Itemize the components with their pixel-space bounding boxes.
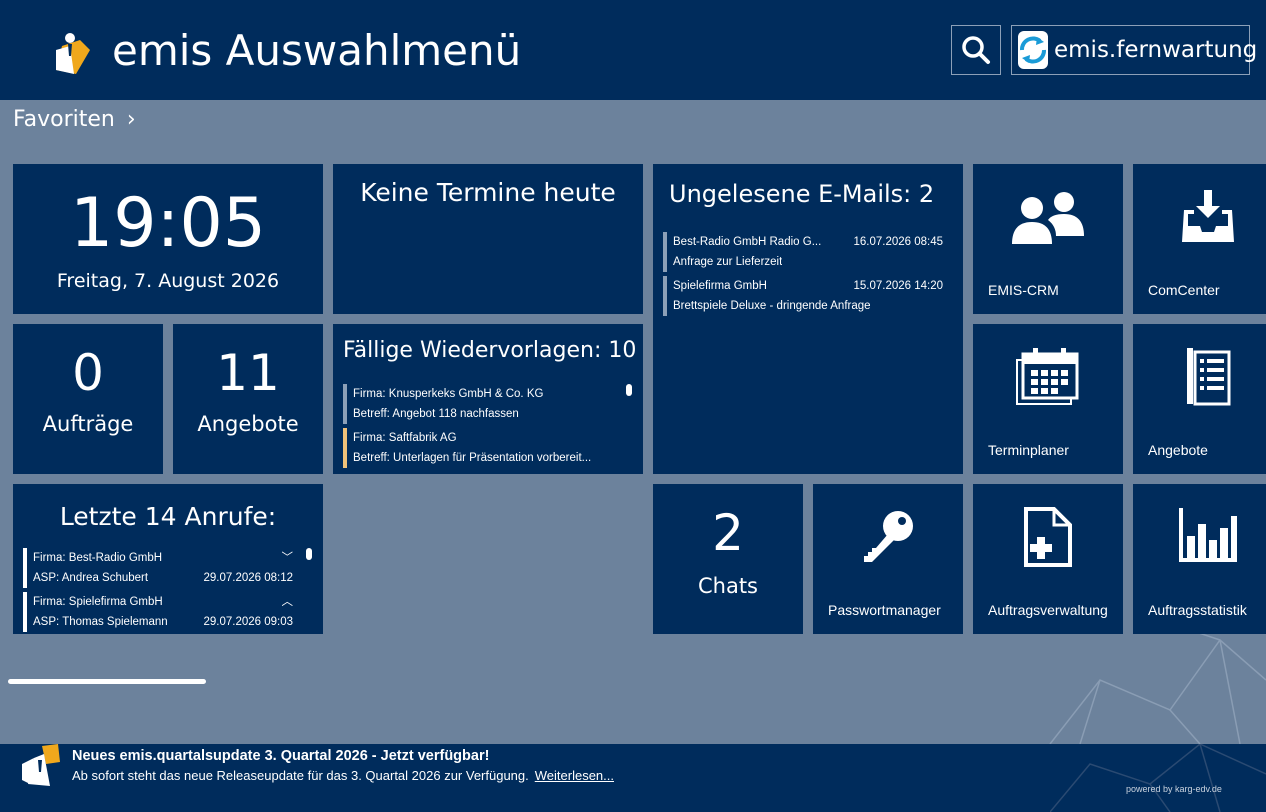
background-shape [1049, 620, 1266, 744]
email-sender: Spielefirma GmbH [673, 280, 767, 292]
clock-date: Freitag, 7. August 2026 [56, 270, 280, 292]
app-tile-comcenter[interactable]: ComCenter [1133, 164, 1266, 314]
search-icon [962, 36, 990, 64]
document-list-icon [1133, 346, 1266, 416]
search-button[interactable] [951, 25, 1001, 75]
inbox-download-icon [1133, 186, 1266, 256]
email-item[interactable]: Spielefirma GmbH 15.07.2026 14:20 Brettsp… [663, 276, 943, 316]
followups-tile[interactable]: Fällige Wiedervorlagen: 10 Firma: Knuspe… [333, 324, 643, 474]
followup-subject: Betreff: Angebot 118 nachfassen [353, 408, 519, 420]
offers-label: Angebote [197, 412, 299, 436]
appointments-title: Keine Termine heute [360, 178, 616, 207]
followup-company: Firma: Knusperkeks GmbH & Co. KG [353, 388, 544, 400]
call-company: Firma: Spielefirma GmbH [33, 596, 163, 608]
orders-tile[interactable]: 0 Aufträge [13, 324, 163, 474]
call-datetime: 29.07.2026 08:12 [203, 572, 293, 584]
calendar-icon [973, 346, 1123, 416]
calls-scrollbar[interactable] [306, 548, 312, 560]
app-label-auftragsverwaltung: Auftragsverwaltung [988, 602, 1108, 618]
footer: Neues emis.quartalsupdate 3. Quartal 202… [0, 744, 1266, 812]
favorites-label: Favoriten [13, 107, 115, 132]
horizontal-scrollbar[interactable] [8, 679, 206, 684]
followups-title: Fällige Wiedervorlagen: 10 [343, 338, 637, 363]
chevron-right-icon: › [126, 107, 136, 132]
app-label-terminplaner: Terminplaner [988, 442, 1069, 458]
app-label-comcenter: ComCenter [1148, 282, 1220, 298]
users-icon [973, 186, 1123, 256]
app-title: emis Auswahlmenü [112, 26, 522, 75]
chats-tile[interactable]: 2 Chats [653, 484, 803, 634]
emails-tile[interactable]: Ungelesene E-Mails: 2 Best-Radio GmbH Ra… [653, 164, 963, 474]
bar-chart-icon [1133, 506, 1266, 576]
app-label-passwort: Passwortmanager [828, 602, 941, 618]
news-body: Ab sofort steht das neue Releaseupdate f… [72, 768, 614, 783]
emis-logo [50, 30, 94, 76]
followup-item[interactable]: Firma: Saftfabrik AG Betreff: Unterlagen… [343, 428, 613, 468]
call-company: Firma: Best-Radio GmbH [33, 552, 163, 564]
calls-title: Letzte 14 Anrufe: [59, 502, 277, 531]
app-tile-auftragsstatistik[interactable]: Auftragsstatistik [1133, 484, 1266, 634]
email-datetime: 15.07.2026 14:20 [853, 280, 943, 292]
footer-decoration [1050, 744, 1266, 812]
news-text: Ab sofort steht das neue Releaseupdate f… [72, 768, 529, 783]
email-subject: Anfrage zur Lieferzeit [673, 256, 783, 268]
calls-tile[interactable]: Letzte 14 Anrufe: Firma: Best-Radio GmbH… [13, 484, 323, 634]
call-item[interactable]: Firma: Spielefirma GmbH ︿ ASP: Thomas Spi… [23, 592, 293, 632]
read-more-link[interactable]: Weiterlesen... [535, 768, 614, 783]
app-tile-crm[interactable]: EMIS-CRM [973, 164, 1123, 314]
call-contact: ASP: Andrea Schubert [33, 572, 149, 584]
chats-label: Chats [697, 574, 759, 598]
remote-support-label: emis.fernwartung [1054, 37, 1258, 63]
email-subject: Brettspiele Deluxe - dringende Anfrage [673, 300, 871, 312]
header: emis Auswahlmenü emis.fernwartung [0, 0, 1266, 100]
email-item[interactable]: Best-Radio GmbH Radio G... 16.07.2026 08:… [663, 232, 943, 272]
emails-title: Ungelesene E-Mails: 2 [669, 180, 935, 208]
call-datetime: 29.07.2026 09:03 [203, 616, 293, 628]
clock-tile: 19:05 Freitag, 7. August 2026 [13, 164, 323, 314]
appointments-tile[interactable]: Keine Termine heute [333, 164, 643, 314]
chevron-up-icon[interactable]: ︿ [282, 592, 294, 612]
email-sender: Best-Radio GmbH Radio G... [673, 236, 822, 248]
app-tile-terminplaner[interactable]: Terminplaner [973, 324, 1123, 474]
app-label-auftragsstatistik: Auftragsstatistik [1148, 602, 1247, 618]
chats-count: 2 [712, 504, 744, 562]
remote-support-icon [1018, 31, 1048, 69]
powered-by: powered by karg-edv.de [1126, 784, 1222, 794]
emis-logo [20, 744, 64, 788]
app-tile-angebote[interactable]: Angebote [1133, 324, 1266, 474]
offers-tile[interactable]: 11 Angebote [173, 324, 323, 474]
orders-count: 0 [72, 344, 104, 402]
app-tile-auftragsverwaltung[interactable]: Auftragsverwaltung [973, 484, 1123, 634]
document-add-icon [973, 506, 1123, 576]
call-contact: ASP: Thomas Spielemann [33, 616, 168, 628]
call-item[interactable]: Firma: Best-Radio GmbH ﹀ ASP: Andrea Schu… [23, 548, 293, 588]
orders-label: Aufträge [42, 412, 134, 436]
email-datetime: 16.07.2026 08:45 [853, 236, 943, 248]
favorites-header[interactable]: Favoriten › [13, 107, 136, 132]
dashboard: Favoriten › 19:05 Freitag, 7. August 202… [0, 100, 1266, 744]
followup-subject: Betreff: Unterlagen für Präsentation vor… [353, 452, 592, 464]
clock-time: 19:05 [70, 184, 266, 263]
news-title: Neues emis.quartalsupdate 3. Quartal 202… [72, 748, 490, 764]
offers-count: 11 [216, 344, 280, 402]
followup-item[interactable]: Firma: Knusperkeks GmbH & Co. KG Betreff… [343, 384, 613, 424]
key-icon [813, 506, 963, 576]
followups-scrollbar[interactable] [626, 384, 632, 396]
app-label-crm: EMIS-CRM [988, 282, 1059, 298]
app-label-angebote: Angebote [1148, 442, 1208, 458]
chevron-down-icon[interactable]: ﹀ [282, 548, 294, 568]
remote-support-button[interactable]: emis.fernwartung [1011, 25, 1257, 75]
followup-company: Firma: Saftfabrik AG [353, 432, 457, 444]
app-tile-passwort[interactable]: Passwortmanager [813, 484, 963, 634]
